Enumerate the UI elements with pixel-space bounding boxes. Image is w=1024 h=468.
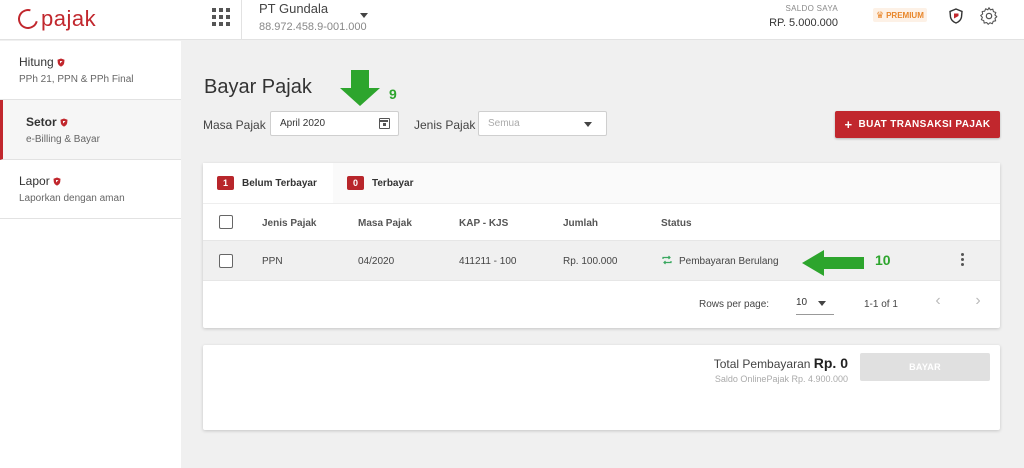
transactions-card: 1 Belum Terbayar 0 Terbayar Jenis Pajak …	[203, 163, 1000, 328]
sidebar-item-label: Setor	[26, 115, 57, 129]
rows-per-page-value: 10	[796, 297, 808, 308]
repeat-icon	[662, 255, 672, 265]
status-tabs: 1 Belum Terbayar 0 Terbayar	[203, 163, 1000, 203]
sidebar-item-setor[interactable]: Setor e-Billing & Bayar	[0, 100, 181, 160]
premium-badge[interactable]: ♛ PREMIUM	[873, 8, 927, 22]
cell-kap-kjs: 411211 - 100	[459, 256, 517, 267]
chevron-down-icon[interactable]	[360, 13, 368, 18]
cell-jumlah: Rp. 100.000	[563, 256, 618, 267]
logo-icon	[14, 5, 42, 33]
total-pembayaran: Total Pembayaran Rp. 0	[714, 355, 848, 371]
pagination: Rows per page: 10 1-1 of 1 ‹ ›	[203, 281, 1000, 328]
payment-summary-card: Total Pembayaran Rp. 0 Saldo OnlinePajak…	[203, 345, 1000, 430]
header-divider	[241, 0, 242, 40]
masa-pajak-value: April 2020	[280, 118, 326, 129]
plus-icon: +	[844, 117, 853, 132]
jenis-pajak-label: Jenis Pajak	[414, 118, 476, 132]
column-header[interactable]: Jenis Pajak	[262, 218, 316, 229]
tab-terbayar[interactable]: 0 Terbayar	[333, 163, 433, 203]
annotation-9: 9	[389, 86, 397, 102]
sidebar-item-subtitle: e-Billing & Bayar	[26, 134, 100, 145]
saldo-online: Saldo OnlinePajak Rp. 4.900.000	[714, 374, 848, 384]
cell-status: Pembayaran Berulang	[679, 256, 779, 267]
bayar-button[interactable]: BAYAR	[860, 353, 990, 381]
crown-icon: ♛	[876, 9, 885, 20]
apps-grid-icon[interactable]	[212, 8, 230, 26]
pagination-range: 1-1 of 1	[864, 299, 898, 310]
rows-per-page-select[interactable]: 10	[796, 291, 834, 315]
sidebar-item-subtitle: PPh 21, PPN & PPh Final	[19, 74, 134, 85]
sidebar-item-subtitle: Laporkan dengan aman	[19, 193, 125, 204]
column-header[interactable]: KAP - KJS	[459, 218, 508, 229]
gear-icon[interactable]	[979, 6, 999, 26]
masa-pajak-field[interactable]: April 2020	[270, 111, 399, 136]
tab-belum-terbayar[interactable]: 1 Belum Terbayar	[203, 163, 333, 203]
column-header[interactable]: Jumlah	[563, 218, 598, 229]
shield-icon	[53, 177, 61, 186]
tab-count-badge: 1	[217, 176, 234, 190]
saldo-label: SALDO SAYA	[785, 4, 838, 13]
annotation-10: 10	[875, 252, 891, 268]
cell-masa-pajak: 04/2020	[358, 256, 395, 267]
chevron-right-icon[interactable]: ›	[971, 293, 985, 309]
sidebar: Hitung PPh 21, PPN & PPh Final Setor e-B…	[0, 41, 181, 468]
column-header[interactable]: Status	[661, 218, 692, 229]
page-title: Bayar Pajak	[204, 76, 312, 98]
buat-transaksi-label: BUAT TRANSAKSI PAJAK	[858, 119, 991, 130]
shield-icon[interactable]	[949, 8, 963, 24]
saldo-summary: SALDO SAYA RP. 5.000.000	[769, 4, 838, 29]
table-header: Jenis Pajak Masa Pajak KAP - KJS Jumlah …	[203, 203, 1000, 241]
jenis-pajak-placeholder: Semua	[488, 118, 520, 129]
tab-label: Terbayar	[372, 177, 414, 189]
cell-jenis-pajak: PPN	[262, 256, 283, 267]
logo[interactable]: pajak	[14, 5, 97, 33]
sidebar-item-title: Setor	[26, 115, 181, 129]
sidebar-item-label: Lapor	[19, 174, 50, 188]
tab-count-badge: 0	[347, 176, 364, 190]
total-label: Total Pembayaran	[713, 357, 814, 371]
company-switcher[interactable]: PT Gundala 88.972.458.9-001.000	[259, 1, 367, 35]
arrow-down-icon	[340, 70, 380, 106]
arrow-left-icon	[802, 250, 864, 276]
premium-label: PREMIUM	[886, 10, 924, 20]
sidebar-item-label: Hitung	[19, 55, 54, 69]
chevron-down-icon	[584, 122, 592, 127]
top-bar: pajak PT Gundala 88.972.458.9-001.000 SA…	[0, 0, 1024, 40]
sidebar-item-title: Lapor	[19, 174, 181, 188]
row-checkbox[interactable]	[219, 254, 233, 268]
tab-label: Belum Terbayar	[242, 177, 317, 189]
rows-per-page-label: Rows per page:	[699, 299, 770, 310]
logo-text: pajak	[41, 6, 97, 31]
column-header[interactable]: Masa Pajak	[358, 218, 412, 229]
shield-icon	[57, 58, 65, 67]
masa-pajak-label: Masa Pajak	[203, 118, 266, 132]
select-all-checkbox[interactable]	[219, 215, 233, 229]
chevron-down-icon	[818, 301, 826, 306]
company-name: PT Gundala	[259, 1, 329, 16]
calendar-icon[interactable]	[379, 118, 390, 129]
buat-transaksi-button[interactable]: + BUAT TRANSAKSI PAJAK	[835, 111, 1000, 138]
jenis-pajak-select[interactable]: Semua	[478, 111, 607, 136]
more-options-icon[interactable]	[961, 253, 965, 267]
sidebar-item-hitung[interactable]: Hitung PPh 21, PPN & PPh Final	[0, 41, 181, 100]
sidebar-item-lapor[interactable]: Lapor Laporkan dengan aman	[0, 160, 181, 219]
chevron-left-icon[interactable]: ‹	[931, 293, 945, 309]
sidebar-item-title: Hitung	[19, 55, 181, 69]
company-npwp: 88.972.458.9-001.000	[259, 21, 367, 33]
shield-icon	[60, 118, 68, 127]
total-value: Rp. 0	[813, 355, 848, 371]
saldo-value: RP. 5.000.000	[769, 17, 838, 29]
